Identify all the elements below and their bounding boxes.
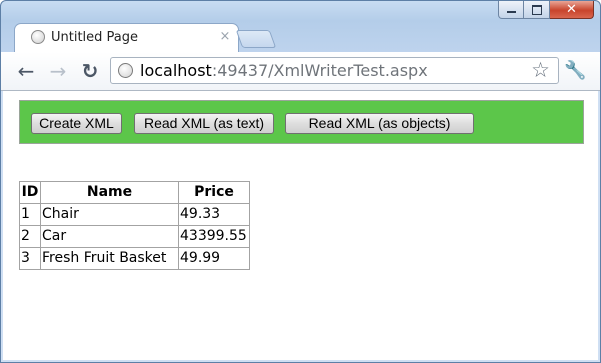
header-price: Price: [178, 181, 250, 204]
page-globe-icon: [31, 30, 45, 44]
table-row: 3 Fresh Fruit Basket 49.99: [19, 247, 250, 270]
browser-window: ✕ Untitled Page × ← → ↻ localhost:49437/…: [0, 0, 601, 363]
url-host: localhost: [140, 61, 212, 80]
read-xml-objects-button[interactable]: Read XML (as objects): [285, 113, 474, 134]
close-window-button[interactable]: ✕: [550, 1, 594, 19]
globe-icon: [118, 63, 133, 78]
cell-id: 1: [19, 203, 41, 226]
table-header-row: ID Name Price: [19, 181, 250, 204]
cell-name: Chair: [40, 203, 179, 226]
wrench-icon[interactable]: 🔧: [564, 60, 586, 82]
table-row: 1 Chair 49.33: [19, 203, 250, 226]
cell-id: 3: [19, 247, 41, 270]
page-content: Create XML Read XML (as text) Read XML (…: [3, 91, 598, 360]
header-id: ID: [19, 181, 41, 204]
browser-toolbar: ← → ↻ localhost:49437/XmlWriterTest.aspx…: [1, 52, 600, 91]
tab-untitled-page[interactable]: Untitled Page ×: [14, 23, 239, 53]
tab-close-icon[interactable]: ×: [217, 29, 233, 45]
minimize-icon: [507, 11, 516, 13]
cell-name: Car: [40, 225, 179, 248]
cell-name: Fresh Fruit Basket: [40, 247, 179, 270]
cell-id: 2: [19, 225, 41, 248]
header-name: Name: [40, 181, 179, 204]
products-table: ID Name Price 1 Chair 49.33 2 Car 43399.…: [19, 181, 250, 270]
maximize-button[interactable]: [524, 1, 550, 19]
read-xml-text-button[interactable]: Read XML (as text): [134, 113, 274, 134]
button-panel: Create XML Read XML (as text) Read XML (…: [19, 100, 584, 144]
cell-price: 43399.55: [178, 225, 250, 248]
forward-arrow-icon[interactable]: →: [48, 61, 68, 81]
star-icon[interactable]: ☆: [531, 59, 550, 81]
new-tab-button[interactable]: [235, 30, 277, 48]
back-arrow-icon[interactable]: ←: [16, 61, 36, 81]
reload-icon[interactable]: ↻: [80, 61, 100, 81]
url-path: :49437/XmlWriterTest.aspx: [211, 61, 428, 80]
table-row: 2 Car 43399.55: [19, 225, 250, 248]
window-controls: ✕: [498, 1, 594, 21]
minimize-button[interactable]: [498, 1, 524, 19]
url-text[interactable]: localhost:49437/XmlWriterTest.aspx: [140, 62, 428, 80]
maximize-icon: [532, 5, 542, 15]
close-icon: ✕: [566, 2, 577, 17]
cell-price: 49.99: [178, 247, 250, 270]
cell-price: 49.33: [178, 203, 250, 226]
tab-title: Untitled Page: [51, 30, 139, 45]
address-bar[interactable]: localhost:49437/XmlWriterTest.aspx ☆: [110, 57, 559, 84]
create-xml-button[interactable]: Create XML: [31, 113, 122, 134]
